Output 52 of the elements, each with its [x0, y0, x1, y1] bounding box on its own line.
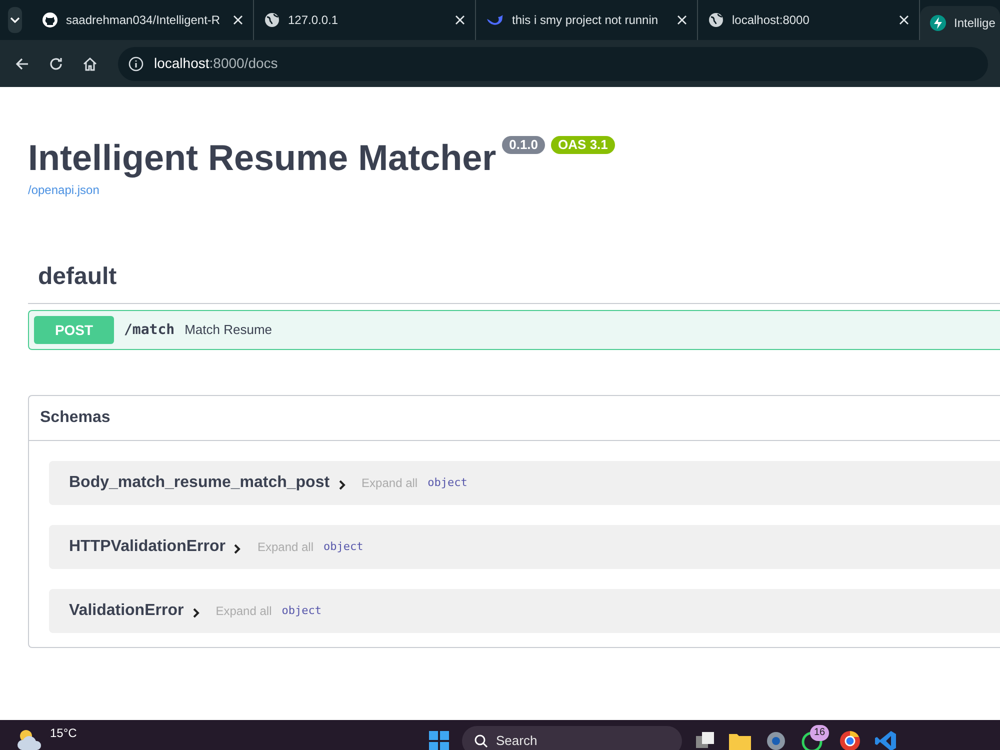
chevron-right-icon	[233, 544, 242, 554]
tab-list-button[interactable]	[8, 7, 22, 33]
close-icon[interactable]	[455, 15, 465, 25]
schema-type: object	[324, 538, 364, 555]
globe-icon	[708, 12, 724, 28]
schema-name: Body_match_resume_match_post	[69, 473, 330, 493]
tab-title: 127.0.0.1	[288, 12, 340, 29]
code-editor-icon[interactable]	[874, 729, 898, 750]
schemas-heading[interactable]: Schemas	[40, 406, 110, 430]
search-placeholder: Search	[496, 732, 538, 750]
method-badge: POST	[34, 316, 114, 344]
close-icon[interactable]	[899, 15, 909, 25]
chevron-right-icon	[338, 480, 346, 490]
chevron-right-icon	[192, 608, 200, 618]
schema-row[interactable]: Body_match_resume_match_post Expand all object	[49, 461, 1000, 505]
reload-icon[interactable]	[48, 56, 64, 72]
notification-badge: 16	[810, 725, 830, 741]
info-icon[interactable]	[128, 56, 144, 72]
browser-tab[interactable]: Intellige	[920, 6, 1000, 40]
operation-path: /match	[124, 320, 175, 340]
section-heading[interactable]: default	[38, 259, 1000, 303]
cat-silhouette-icon	[42, 12, 58, 28]
page-title: Intelligent Resume Matcher	[28, 137, 496, 179]
tab-title: localhost:8000	[732, 12, 810, 29]
schema-type: object	[282, 602, 322, 619]
operation-row[interactable]: POST /match Match Resume	[28, 310, 1000, 350]
search-field[interactable]: Search	[462, 726, 682, 750]
url-text: localhost:8000/docs	[154, 54, 278, 73]
globe-icon	[264, 12, 280, 28]
task-view-icon[interactable]	[694, 730, 716, 750]
search-icon	[474, 734, 488, 748]
schema-name: ValidationError	[69, 601, 184, 621]
home-icon[interactable]	[82, 56, 98, 72]
browser-icon[interactable]	[838, 729, 862, 750]
address-bar[interactable]: localhost:8000/docs	[118, 46, 988, 80]
tab-title: saadrehman034/Intelligent-R	[66, 12, 222, 29]
schema-name: HTTPValidationError	[69, 537, 226, 557]
close-icon[interactable]	[233, 15, 243, 25]
schema-type: object	[428, 474, 468, 491]
temperature-text: 15°C	[50, 725, 77, 742]
version-badge: 0.1.0	[502, 136, 546, 154]
start-icon[interactable]	[428, 730, 450, 750]
operation-summary: Match Resume	[184, 321, 272, 340]
close-icon[interactable]	[677, 15, 687, 25]
back-icon[interactable]	[14, 56, 30, 72]
bolt-icon	[930, 15, 946, 31]
version-badge: OAS 3.1	[551, 136, 615, 154]
tab-title: this i smy project not runnin	[512, 12, 660, 29]
schema-row[interactable]: ValidationError Expand all object	[49, 589, 1000, 633]
chevron-down-icon	[10, 17, 20, 23]
tab-title: Intellige	[954, 15, 996, 32]
schema-row[interactable]: HTTPValidationError Expand all object	[49, 525, 1000, 569]
